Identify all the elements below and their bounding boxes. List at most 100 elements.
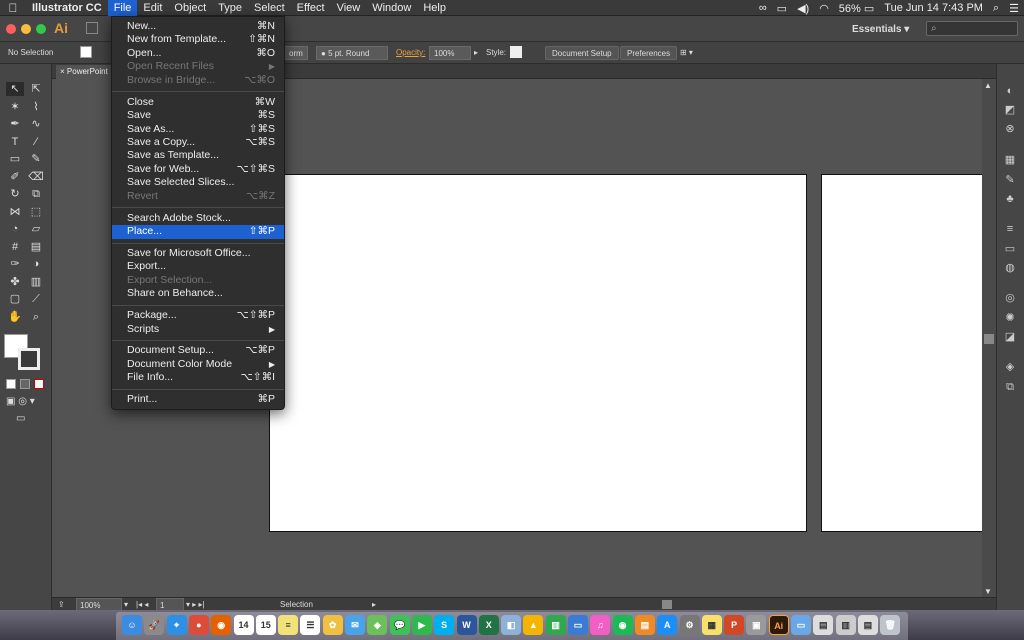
dock-screenshots-icon[interactable]: ▥ [835, 615, 856, 635]
menu-item-package[interactable]: Package... ⌥⇧⌘P [112, 309, 284, 323]
vertical-scroll-thumb[interactable] [984, 334, 994, 344]
dock-chrome-icon[interactable]: ● [188, 615, 209, 635]
transparency-panel-icon[interactable]: ◍ [1002, 261, 1018, 275]
dock-photos-icon[interactable]: ✿ [322, 615, 343, 635]
dock-preview-icon[interactable]: ◧ [501, 615, 522, 635]
stroke-profile-field[interactable]: orm [284, 46, 308, 60]
menu-object[interactable]: Object [168, 0, 212, 16]
screen-mode-icon[interactable]: ▭ [16, 413, 25, 424]
menu-item-file-info[interactable]: File Info... ⌥⇧⌘I [112, 371, 284, 385]
volume-icon[interactable]: ◀) [792, 2, 814, 15]
dock-facetime-icon[interactable]: ▶ [411, 615, 432, 635]
paintbrush-tool-icon[interactable]: ✎ [27, 152, 45, 166]
free-transform-tool-icon[interactable]: ⬚ [27, 205, 45, 219]
artboard-1[interactable] [269, 174, 807, 532]
arrange-documents-icon[interactable]: ⊞ ▾ [680, 46, 693, 60]
slice-tool-icon[interactable]: ⟋ [27, 292, 45, 306]
dock-calendar-icon[interactable]: 14 [233, 615, 254, 635]
menu-item-save-for-microsoft-office[interactable]: Save for Microsoft Office... [112, 247, 284, 261]
column-graph-tool-icon[interactable]: ▥ [27, 275, 45, 289]
symbol-sprayer-tool-icon[interactable]: ✤ [6, 275, 24, 289]
menu-effect[interactable]: Effect [291, 0, 331, 16]
dock-safari-icon[interactable]: ⌖ [166, 615, 187, 635]
direct-selection-tool-icon[interactable]: ⇱ [27, 82, 45, 96]
preferences-button[interactable]: Preferences [620, 46, 678, 60]
dock-word-icon[interactable]: W [456, 615, 477, 635]
menu-item-save-selected-slices[interactable]: Save Selected Slices... [112, 176, 284, 190]
menu-item-new[interactable]: New... ⌘N [112, 20, 284, 34]
gradient-mode-button[interactable] [20, 379, 30, 389]
menu-item-share-on-behance[interactable]: Share on Behance... [112, 287, 284, 301]
dock-mail-icon[interactable]: ✉ [345, 615, 365, 635]
gradient-panel-icon[interactable]: ▭ [1002, 242, 1018, 256]
eraser-tool-icon[interactable]: ⌫ [27, 170, 45, 184]
layers-icon[interactable]: ◈ [1002, 360, 1018, 374]
color-mode-button[interactable] [6, 379, 16, 389]
stroke-panel-icon[interactable]: ≡ [1002, 222, 1018, 236]
dock-trash-icon[interactable]: 🗑 [880, 615, 901, 635]
dock-image-capture-icon[interactable]: ▣ [746, 615, 767, 635]
menu-item-save-for-web[interactable]: Save for Web... ⌥⇧⌘S [112, 163, 284, 177]
shaper-tool-icon[interactable]: ✐ [6, 170, 24, 184]
menu-window[interactable]: Window [366, 0, 417, 16]
stroke-swatch[interactable] [18, 348, 40, 370]
curvature-tool-icon[interactable]: ∿ [27, 117, 45, 131]
drawing-modes-icon[interactable]: ▣ ◎ ▾ [6, 396, 35, 407]
libraries-icon[interactable]: ⊗ [1002, 122, 1018, 136]
menu-type[interactable]: Type [212, 0, 248, 16]
dock-illustrator-icon[interactable]: Ai [768, 615, 789, 635]
eyedropper-tool-icon[interactable]: ✑ [6, 257, 24, 271]
dock-excel-icon[interactable]: X [478, 615, 499, 635]
menu-item-save[interactable]: Save ⌘S [112, 109, 284, 123]
blend-tool-icon[interactable]: ◑ [27, 257, 45, 271]
dock-launchpad-icon[interactable]: 🚀 [144, 615, 165, 635]
menu-item-open[interactable]: Open... ⌘O [112, 47, 284, 61]
color-guide-icon[interactable]: ◩ [1002, 103, 1018, 117]
asset-export-icon[interactable]: ◪ [1002, 330, 1018, 344]
app-menu[interactable]: Illustrator CC [26, 0, 108, 16]
artboard-tool-icon[interactable]: ▢ [6, 292, 24, 306]
wifi-icon[interactable]: ◠ [814, 2, 834, 15]
dock-app-store-icon[interactable]: A [657, 615, 678, 635]
menu-item-print[interactable]: Print... ⌘P [112, 393, 284, 407]
fill-color-swatch[interactable] [80, 46, 92, 58]
dock-powerpoint-icon[interactable]: P [724, 615, 745, 635]
dock-firefox-icon[interactable]: ◉ [211, 615, 232, 635]
menu-item-place[interactable]: Place... ⇧⌘P [112, 225, 284, 239]
lasso-tool-icon[interactable]: ⌇ [27, 100, 45, 114]
none-mode-button[interactable] [34, 379, 44, 389]
menu-item-search-adobe-stock[interactable]: Search Adobe Stock... [112, 212, 284, 226]
dock-file-stack-icon[interactable]: ▤ [857, 615, 878, 635]
dock-itunes-icon[interactable]: ♫ [590, 615, 611, 635]
opacity-label[interactable]: Opacity: [396, 46, 425, 60]
bridge-icon[interactable] [86, 22, 98, 34]
menu-item-close[interactable]: Close ⌘W [112, 96, 284, 110]
selection-tool-icon[interactable]: ↖ [6, 82, 24, 96]
line-tool-icon[interactable]: ⁄ [27, 135, 45, 149]
dock-messages-icon[interactable]: 💬 [389, 615, 410, 635]
opacity-input[interactable]: 100% [429, 46, 471, 60]
appearance-panel-icon[interactable]: ◎ [1002, 291, 1018, 305]
notification-center-icon[interactable]: ☰ [1004, 2, 1024, 15]
dock-stickies-icon[interactable]: ▦ [701, 615, 722, 635]
dock-maps-icon[interactable]: ◈ [367, 615, 388, 635]
menu-item-export[interactable]: Export... [112, 260, 284, 274]
minimize-window-button[interactable] [21, 24, 31, 34]
close-window-button[interactable] [6, 24, 16, 34]
dock-calendar-alt-icon[interactable]: 15 [255, 615, 276, 635]
scale-tool-icon[interactable]: ⧉ [27, 187, 45, 201]
opacity-arrow-icon[interactable]: ▸ [474, 46, 478, 60]
menu-help[interactable]: Help [417, 0, 452, 16]
rotate-tool-icon[interactable]: ↻ [6, 187, 24, 201]
width-tool-icon[interactable]: ⋈ [6, 205, 24, 219]
workspace-switcher[interactable]: Essentials ▾ [852, 24, 909, 35]
scroll-up-icon[interactable]: ▲ [984, 81, 992, 90]
menu-item-save-as-template[interactable]: Save as Template... [112, 149, 284, 163]
perspective-tool-icon[interactable]: ▱ [27, 222, 45, 236]
menu-select[interactable]: Select [248, 0, 291, 16]
dock-spotify-icon[interactable]: ◉ [612, 615, 633, 635]
dock-documents-icon[interactable]: ▤ [813, 615, 834, 635]
battery-status[interactable]: 56% ▭ [834, 2, 880, 15]
menu-edit[interactable]: Edit [137, 0, 168, 16]
gradient-tool-icon[interactable]: ▤ [27, 240, 45, 254]
